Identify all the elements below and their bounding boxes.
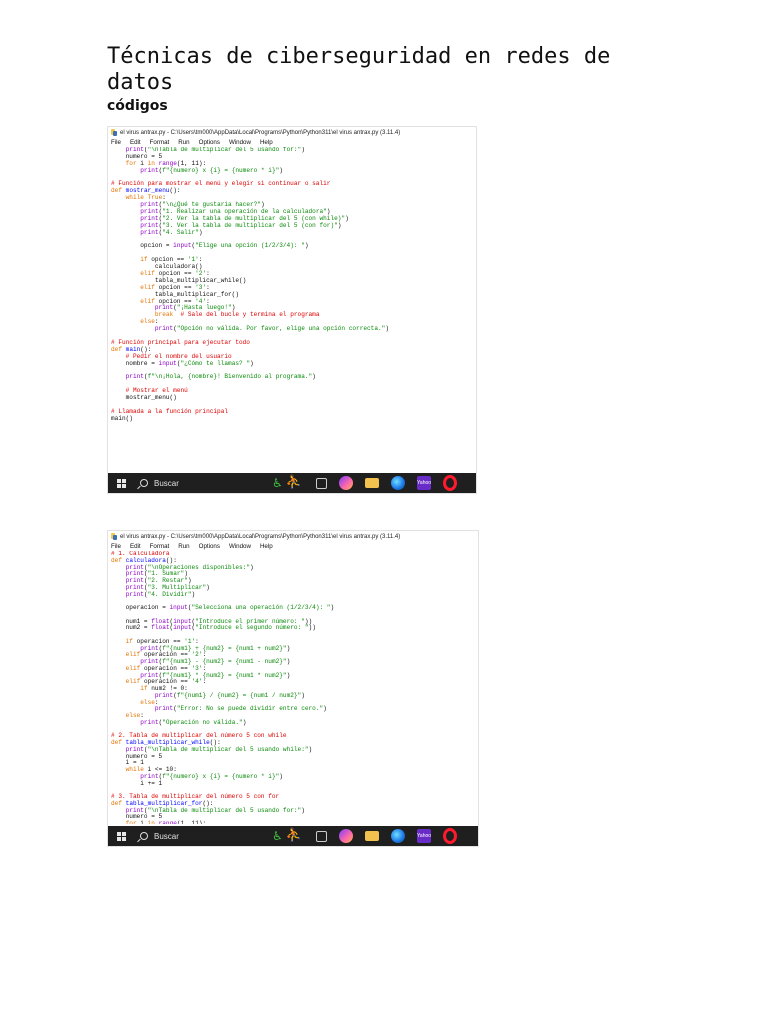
document-subtitle: códigos bbox=[107, 98, 168, 114]
code-line: print("Operación no válida.") bbox=[140, 718, 247, 726]
code-line: # Llamada a la función principal bbox=[111, 407, 229, 415]
menu-options[interactable]: Options bbox=[199, 543, 220, 550]
accessibility-icon[interactable]: ♿ bbox=[272, 829, 283, 843]
menu-bar: File Edit Format Run Options Window Help bbox=[108, 542, 478, 551]
code-line: print("\nTabla de multiplicar del 5 usan… bbox=[125, 806, 305, 814]
search-icon bbox=[140, 479, 148, 487]
edge-browser-icon[interactable] bbox=[390, 829, 405, 843]
menu-options[interactable]: Options bbox=[199, 139, 220, 146]
code-line: print("Opción no válida. Por favor, elig… bbox=[154, 325, 389, 333]
menu-window[interactable]: Window bbox=[229, 139, 251, 146]
idle-screenshot-1: el virus antrax.py - C:\Users\tm000\AppD… bbox=[107, 126, 477, 494]
code-line: print(f"{numero} x {i} = {numero * i}") bbox=[140, 166, 283, 174]
task-view-icon[interactable] bbox=[315, 477, 327, 489]
person-icon[interactable]: ⛹ bbox=[286, 476, 302, 490]
code-line: i += 1 bbox=[111, 779, 163, 787]
menu-window[interactable]: Window bbox=[229, 543, 251, 550]
weather-app-icon[interactable] bbox=[338, 829, 353, 843]
taskbar-search[interactable]: Buscar bbox=[140, 473, 250, 493]
file-explorer-icon[interactable] bbox=[364, 831, 379, 841]
window-title: el virus antrax.py - C:\Users\tm000\AppD… bbox=[120, 129, 401, 136]
person-icon[interactable]: ⛹ bbox=[286, 829, 302, 843]
code-line: for i in range(1, 11): bbox=[125, 820, 207, 824]
code-line: print("\nTabla de multiplicar del 5 usan… bbox=[125, 147, 305, 153]
python-file-icon bbox=[111, 129, 117, 136]
search-label: Buscar bbox=[154, 478, 179, 488]
opera-browser-icon[interactable] bbox=[442, 828, 457, 844]
weather-app-icon[interactable] bbox=[338, 476, 353, 490]
edge-browser-icon[interactable] bbox=[390, 476, 405, 490]
code-line: # Función principal para ejecutar todo bbox=[111, 338, 250, 346]
menu-format[interactable]: Format bbox=[150, 543, 170, 550]
code-line: print("\nTabla de multiplicar del 5 usan… bbox=[125, 745, 313, 753]
menu-help[interactable]: Help bbox=[260, 139, 273, 146]
code-line: print("Error: No se puede dividir entre … bbox=[154, 705, 327, 713]
code-line: main() bbox=[111, 414, 133, 422]
menu-bar: File Edit Format Run Options Window Help bbox=[108, 138, 476, 147]
opera-browser-icon[interactable] bbox=[442, 475, 457, 491]
code-editor[interactable]: print("\nTabla de multiplicar del 5 usan… bbox=[108, 147, 476, 464]
code-line: print(f"{num1} / {num2} = {num1 / num2}"… bbox=[154, 691, 305, 699]
task-view-icon[interactable] bbox=[315, 830, 327, 842]
code-line: operacion = input("Selecciona una operac… bbox=[111, 604, 335, 611]
accessibility-icon[interactable]: ♿ bbox=[272, 476, 283, 490]
python-file-icon bbox=[111, 533, 117, 540]
code-line: print(f"\n¡Hola, {nombre}! Bienvenido al… bbox=[125, 373, 316, 381]
window-title: el virus antrax.py - C:\Users\tm000\AppD… bbox=[120, 533, 401, 540]
menu-file[interactable]: File bbox=[111, 543, 121, 550]
yahoo-app-icon[interactable]: Yahoo bbox=[416, 829, 431, 843]
file-explorer-icon[interactable] bbox=[364, 478, 379, 488]
windows-taskbar: Buscar ♿ ⛹ Yahoo bbox=[108, 826, 478, 846]
menu-edit[interactable]: Edit bbox=[130, 543, 141, 550]
code-line: num2 = float(input("Introduce el segundo… bbox=[111, 624, 316, 632]
code-line: mostrar_menu() bbox=[111, 394, 177, 402]
search-label: Buscar bbox=[154, 831, 179, 841]
windows-taskbar: Buscar ♿ ⛹ Yahoo bbox=[108, 473, 476, 493]
menu-format[interactable]: Format bbox=[150, 139, 170, 146]
code-line: nombre = input("¿Cómo te llamas? ") bbox=[111, 359, 254, 367]
menu-run[interactable]: Run bbox=[178, 139, 189, 146]
window-titlebar: el virus antrax.py - C:\Users\tm000\AppD… bbox=[108, 531, 478, 542]
code-line: print("4. Salir") bbox=[140, 228, 203, 236]
yahoo-app-icon[interactable]: Yahoo bbox=[416, 476, 431, 490]
code-line: opcion = input("Elige una opción (1/2/3/… bbox=[111, 242, 309, 250]
code-line: print(f"{numero} x {i} = {numero * i}") bbox=[140, 772, 283, 780]
menu-run[interactable]: Run bbox=[178, 543, 189, 550]
document-title: Técnicas de ciberseguridad en redes de d… bbox=[107, 44, 611, 95]
windows-start-icon[interactable] bbox=[117, 831, 126, 841]
menu-edit[interactable]: Edit bbox=[130, 139, 141, 146]
code-line: break # Sale del bucle y termina el prog… bbox=[154, 311, 320, 319]
search-icon bbox=[140, 832, 148, 840]
code-line: print("4. Dividir") bbox=[125, 590, 196, 598]
window-titlebar: el virus antrax.py - C:\Users\tm000\AppD… bbox=[108, 127, 476, 138]
code-editor[interactable]: # 1. Calculadora def calculadora(): print… bbox=[108, 551, 478, 824]
menu-file[interactable]: File bbox=[111, 139, 121, 146]
code-line: numero = 5 bbox=[111, 752, 163, 760]
windows-start-icon[interactable] bbox=[117, 478, 126, 488]
taskbar-search[interactable]: Buscar bbox=[140, 826, 250, 846]
menu-help[interactable]: Help bbox=[260, 543, 273, 550]
idle-screenshot-2: el virus antrax.py - C:\Users\tm000\AppD… bbox=[107, 530, 479, 847]
